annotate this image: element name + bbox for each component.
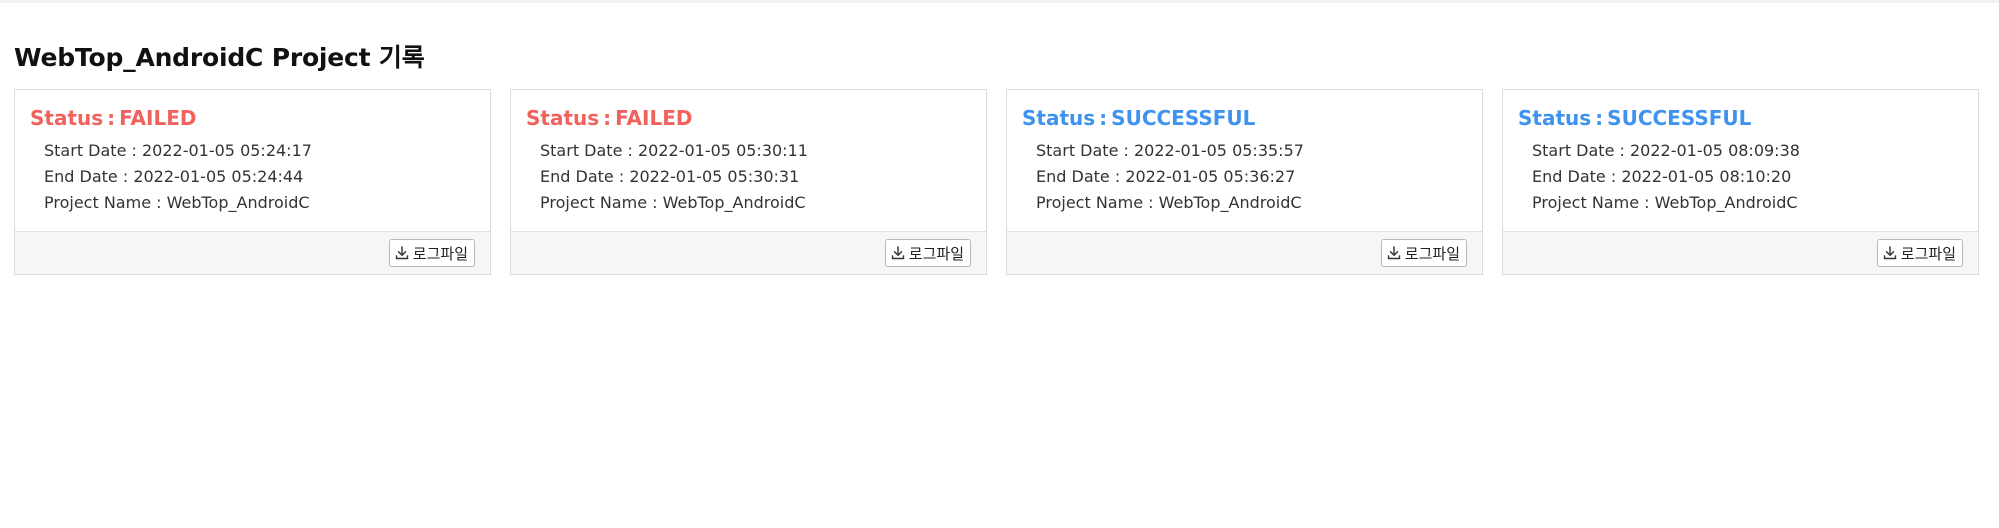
build-card: Status: FAILED Start Date : 2022-01-05 05… — [14, 89, 491, 275]
status-line: Status: SUCCESSFUL — [1518, 104, 1963, 132]
project-name-value: WebTop_AndroidC — [1158, 193, 1302, 212]
status-label: Status — [526, 106, 600, 130]
build-card: Status: FAILED Start Date : 2022-01-05 05… — [510, 89, 987, 275]
start-date-value: 2022-01-05 05:30:11 — [638, 141, 808, 160]
separator: : — [1114, 167, 1121, 186]
build-card-footer: 로그파일 — [1503, 231, 1978, 274]
end-date-label: End Date — [1036, 167, 1110, 186]
status-line: Status: SUCCESSFUL — [1022, 104, 1467, 132]
build-card-footer: 로그파일 — [15, 231, 490, 274]
status-value: SUCCESSFUL — [1607, 106, 1752, 130]
end-date-row: End Date : 2022-01-05 05:36:27 — [1022, 164, 1467, 190]
start-date-value: 2022-01-05 08:09:38 — [1630, 141, 1800, 160]
status-separator: : — [1099, 106, 1108, 130]
log-file-button-label: 로그파일 — [908, 244, 964, 263]
start-date-label: Start Date — [1036, 141, 1119, 160]
end-date-label: End Date — [44, 167, 118, 186]
build-card-body: Status: FAILED Start Date : 2022-01-05 05… — [511, 90, 986, 231]
start-date-row: Start Date : 2022-01-05 05:30:11 — [526, 138, 971, 164]
log-file-button-label: 로그파일 — [1404, 244, 1460, 263]
download-icon — [395, 246, 408, 260]
start-date-row: Start Date : 2022-01-05 08:09:38 — [1518, 138, 1963, 164]
build-card-body: Status: FAILED Start Date : 2022-01-05 05… — [15, 90, 490, 231]
separator: : — [131, 141, 137, 160]
build-card-footer: 로그파일 — [1007, 231, 1482, 274]
separator: : — [652, 193, 658, 212]
separator: : — [1123, 141, 1129, 160]
build-card: Status: SUCCESSFUL Start Date : 2022-01-0… — [1502, 89, 1979, 275]
status-value: SUCCESSFUL — [1111, 106, 1256, 130]
log-file-download-button[interactable]: 로그파일 — [1876, 239, 1963, 267]
separator: : — [1644, 193, 1650, 212]
start-date-label: Start Date — [540, 141, 623, 160]
end-date-row: End Date : 2022-01-05 08:10:20 — [1518, 164, 1963, 190]
end-date-row: End Date : 2022-01-05 05:24:44 — [30, 164, 475, 190]
project-name-value: WebTop_AndroidC — [662, 193, 806, 212]
end-date-label: End Date — [540, 167, 614, 186]
separator: : — [156, 193, 162, 212]
separator: : — [618, 167, 625, 186]
status-line: Status: FAILED — [30, 104, 475, 132]
top-bar — [0, 0, 1999, 3]
project-name-label: Project Name — [1532, 193, 1640, 212]
project-name-value: WebTop_AndroidC — [1654, 193, 1798, 212]
end-date-row: End Date : 2022-01-05 05:30:31 — [526, 164, 971, 190]
status-label: Status — [1518, 106, 1592, 130]
separator: : — [627, 141, 633, 160]
status-line: Status: FAILED — [526, 104, 971, 132]
status-separator: : — [603, 106, 612, 130]
status-value: FAILED — [119, 106, 197, 130]
end-date-value: 2022-01-05 05:24:44 — [133, 167, 304, 186]
project-name-row: Project Name : WebTop_AndroidC — [30, 190, 475, 216]
project-name-label: Project Name — [1036, 193, 1144, 212]
start-date-label: Start Date — [1532, 141, 1615, 160]
log-file-download-button[interactable]: 로그파일 — [1380, 239, 1467, 267]
separator: : — [1619, 141, 1625, 160]
start-date-value: 2022-01-05 05:24:17 — [142, 141, 312, 160]
end-date-value: 2022-01-05 05:36:27 — [1125, 167, 1296, 186]
log-file-download-button[interactable]: 로그파일 — [884, 239, 971, 267]
log-file-download-button[interactable]: 로그파일 — [388, 239, 475, 267]
status-separator: : — [1595, 106, 1604, 130]
start-date-value: 2022-01-05 05:35:57 — [1134, 141, 1304, 160]
project-name-row: Project Name : WebTop_AndroidC — [526, 190, 971, 216]
status-label: Status — [1022, 106, 1096, 130]
start-date-label: Start Date — [44, 141, 127, 160]
build-card-body: Status: SUCCESSFUL Start Date : 2022-01-0… — [1503, 90, 1978, 231]
page-title: WebTop_AndroidC Project 기록 — [14, 43, 425, 72]
status-label: Status — [30, 106, 104, 130]
project-name-label: Project Name — [44, 193, 152, 212]
start-date-row: Start Date : 2022-01-05 05:35:57 — [1022, 138, 1467, 164]
status-value: FAILED — [615, 106, 693, 130]
project-name-row: Project Name : WebTop_AndroidC — [1022, 190, 1467, 216]
project-name-row: Project Name : WebTop_AndroidC — [1518, 190, 1963, 216]
separator: : — [1610, 167, 1617, 186]
separator: : — [1148, 193, 1154, 212]
download-icon — [1387, 246, 1400, 260]
project-name-label: Project Name — [540, 193, 648, 212]
build-card-footer: 로그파일 — [511, 231, 986, 274]
build-card: Status: SUCCESSFUL Start Date : 2022-01-0… — [1006, 89, 1483, 275]
download-icon — [1883, 246, 1896, 260]
build-card-list: Status: FAILED Start Date : 2022-01-05 05… — [14, 89, 1979, 275]
end-date-value: 2022-01-05 08:10:20 — [1621, 167, 1792, 186]
status-separator: : — [107, 106, 116, 130]
download-icon — [891, 246, 904, 260]
separator: : — [122, 167, 129, 186]
end-date-label: End Date — [1532, 167, 1606, 186]
log-file-button-label: 로그파일 — [412, 244, 468, 263]
project-name-value: WebTop_AndroidC — [166, 193, 310, 212]
log-file-button-label: 로그파일 — [1900, 244, 1956, 263]
end-date-value: 2022-01-05 05:30:31 — [629, 167, 800, 186]
start-date-row: Start Date : 2022-01-05 05:24:17 — [30, 138, 475, 164]
build-card-body: Status: SUCCESSFUL Start Date : 2022-01-0… — [1007, 90, 1482, 231]
